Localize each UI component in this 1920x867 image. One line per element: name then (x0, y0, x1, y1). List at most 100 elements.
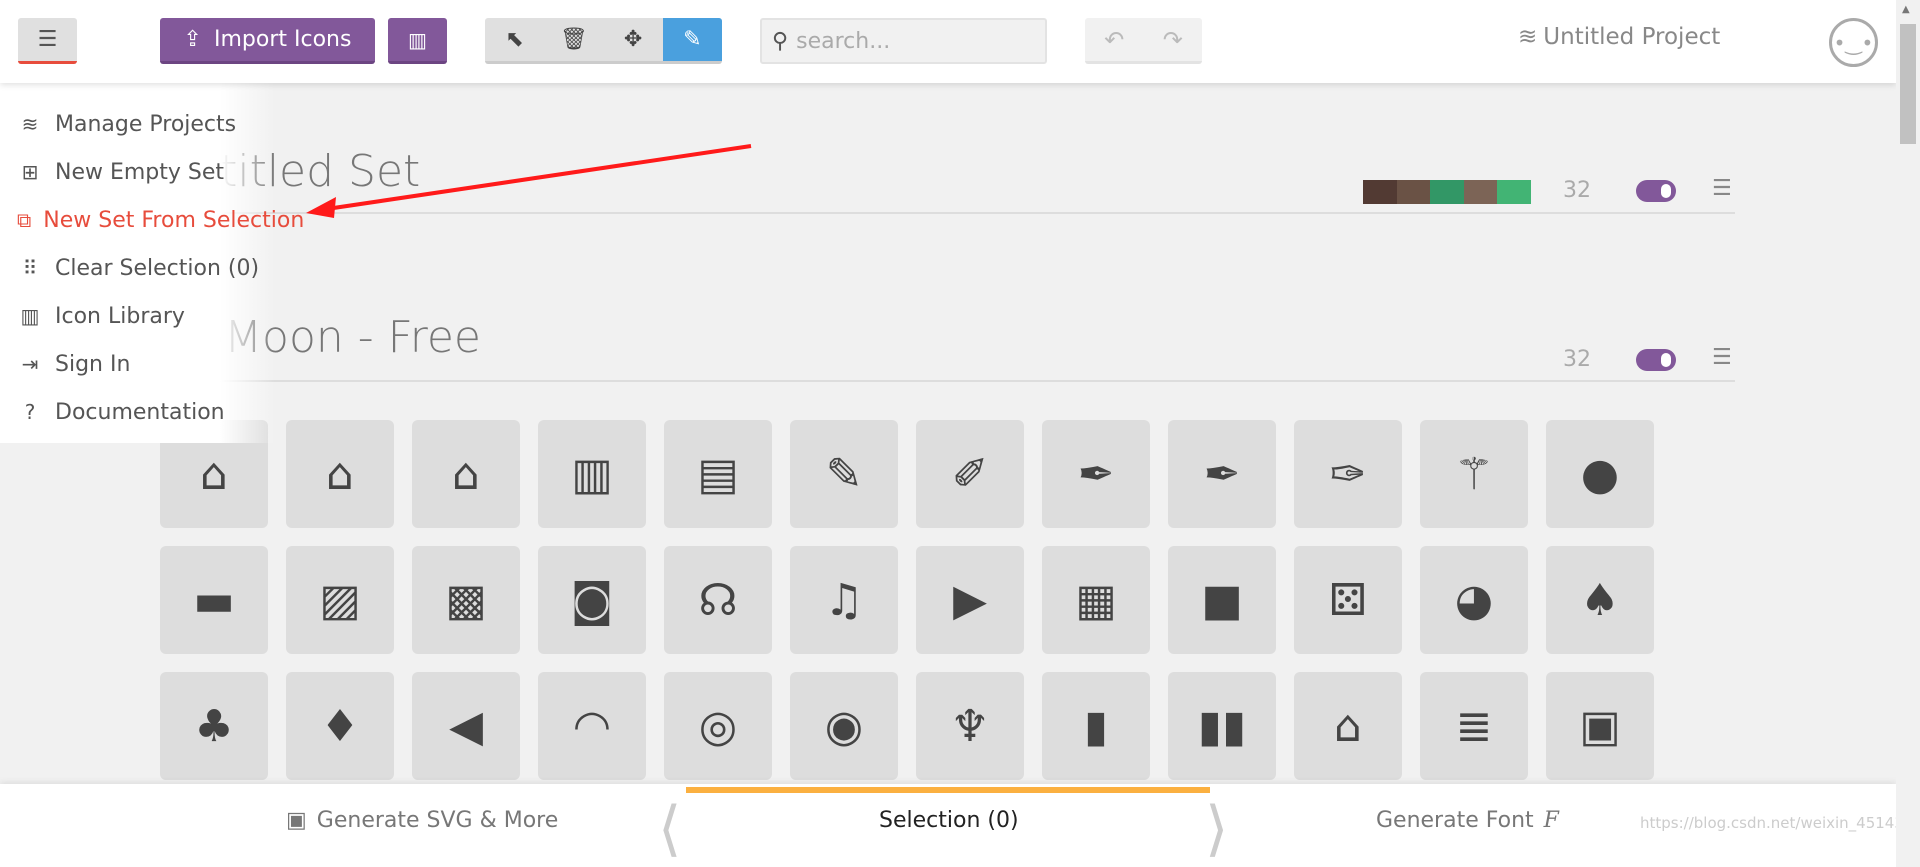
search-icon: ⚲ (772, 28, 789, 54)
icon-tile-video-camera[interactable]: ■ (1168, 546, 1276, 654)
play-icon: ▶ (953, 574, 987, 626)
icon-tile-pencil2[interactable]: ✐ (916, 420, 1024, 528)
tab-selection[interactable]: Selection (0) (879, 808, 1019, 833)
color-swatch[interactable] (1430, 180, 1464, 204)
icon-tile-home2[interactable]: ⌂ (286, 420, 394, 528)
import-icons-button[interactable]: ⇪ Import Icons (160, 18, 375, 64)
icon-tile-library[interactable]: ⌂ (1294, 672, 1402, 780)
tab-generate-svg[interactable]: ▣ Generate SVG & More (286, 808, 558, 833)
icon-tile-play[interactable]: ▶ (916, 546, 1024, 654)
icon-tile-books[interactable]: ▮▮ (1168, 672, 1276, 780)
icon-tile-clubs[interactable]: ♣ (160, 672, 268, 780)
icon-library-button[interactable]: ▥ (388, 18, 447, 64)
color-swatch[interactable] (1463, 180, 1498, 204)
icon-tile-paint-format[interactable]: ▬ (160, 546, 268, 654)
grid-icon: ⠿ (22, 256, 38, 280)
plus-square-icon: ⊞ (21, 160, 39, 184)
bottom-bar: ▣ Generate SVG & More ⟨ Selection (0) ⟩ G… (0, 784, 1920, 867)
scroll-thumb[interactable] (1900, 24, 1916, 144)
icon-tile-eyedropper[interactable]: ⚚ (1420, 420, 1528, 528)
search-input[interactable] (796, 28, 1027, 54)
icon-tile-podcast[interactable]: ◎ (664, 672, 772, 780)
set-toggle[interactable] (1636, 180, 1676, 202)
icon-tile-headphones[interactable]: ☊ (664, 546, 772, 654)
icon-tile-profile[interactable]: ▣ (1546, 672, 1654, 780)
menu-item-new-empty-set[interactable]: ⊞ New Empty Set (0, 148, 275, 196)
paint-format-icon: ▬ (193, 574, 235, 626)
menu-item-clear-selection-0[interactable]: ⠿ Clear Selection (0) (0, 244, 275, 292)
profile-icon: ▣ (1579, 700, 1621, 752)
icon-tile-dice[interactable]: ⚄ (1294, 546, 1402, 654)
move-tool-icon[interactable]: ✥ (604, 18, 663, 61)
file-text-icon: ≣ (1455, 700, 1493, 752)
quill-icon: ✒ (1077, 448, 1115, 500)
user-avatar-icon[interactable]: •‿• (1829, 18, 1878, 67)
icon-tile-newspaper[interactable]: ▤ (664, 420, 772, 528)
icon-tile-droplet[interactable]: ● (1546, 420, 1654, 528)
diamonds-icon: ♦ (320, 700, 360, 752)
import-icon: ⇪ (183, 27, 202, 52)
color-swatches[interactable] (1363, 180, 1531, 204)
chevron-left-icon: ⟨ (658, 794, 682, 864)
feed-icon: ◉ (824, 700, 864, 752)
scroll-up-icon[interactable]: ▲ (1902, 4, 1910, 15)
menu-item-new-set-from-selection[interactable]: ⧉ New Set From Selection (0, 196, 304, 244)
icon-grid: ⌂ ⌂ ⌂ ▥ ▤ ✎ ✐ ✒ ✒ ✑ ⚚ ● ▬ ▨ ▩ ◙ ☊ ♫ ▶ ▦ ■ ⚄ ◕ ♠ ♣ ♦ ◀ ◠ ◎ ◉ ♆ ▮ ▮▮ ⌂ ≣ ▣ (160, 420, 1654, 780)
set-count: 32 (1563, 178, 1591, 203)
icon-tile-music[interactable]: ♫ (790, 546, 898, 654)
icon-tile-quill[interactable]: ✒ (1042, 420, 1150, 528)
set-menu-icon[interactable]: ☰ (1712, 345, 1732, 370)
icon-tile-pencil[interactable]: ✎ (790, 420, 898, 528)
image-icon: ▣ (286, 808, 307, 833)
icon-tile-connection[interactable]: ◠ (538, 672, 646, 780)
menu-item-sign-in[interactable]: ⇥ Sign In (0, 340, 275, 388)
home-icon: ⌂ (200, 448, 228, 500)
icon-tile-pacman[interactable]: ◕ (1420, 546, 1528, 654)
main-menu-button[interactable]: ☰ (18, 18, 77, 64)
color-swatch[interactable] (1363, 180, 1397, 204)
divider (160, 212, 1735, 214)
library-icon: ⌂ (1334, 700, 1362, 752)
undo-redo-group: ↶ ↷ (1085, 18, 1202, 64)
redo-icon[interactable]: ↷ (1144, 18, 1203, 61)
icon-tile-pen[interactable]: ✒ (1168, 420, 1276, 528)
undo-icon[interactable]: ↶ (1085, 18, 1144, 61)
icon-tile-film[interactable]: ▦ (1042, 546, 1150, 654)
layers-icon: ≋ (1518, 24, 1538, 50)
edit-tool-icon[interactable]: ✎ (662, 18, 722, 61)
tab-generate-font[interactable]: Generate Font F (1376, 808, 1559, 833)
icon-tile-office[interactable]: ▥ (538, 420, 646, 528)
icon-tile-diamonds[interactable]: ♦ (286, 672, 394, 780)
icon-tile-file-text[interactable]: ≣ (1420, 672, 1528, 780)
watermark: https://blog.csdn.net/weixin_45143481 (1640, 814, 1920, 832)
camera-icon: ◙ (570, 574, 614, 626)
icon-tile-spades[interactable]: ♠ (1546, 546, 1654, 654)
icon-tile-blog[interactable]: ✑ (1294, 420, 1402, 528)
icon-tile-bullhorn[interactable]: ◀ (412, 672, 520, 780)
selection-indicator (686, 787, 1210, 793)
set-menu-icon[interactable]: ☰ (1712, 176, 1732, 201)
home2-icon: ⌂ (326, 448, 354, 500)
icon-tile-home3[interactable]: ⌂ (412, 420, 520, 528)
new-set-icon: ⧉ (17, 208, 32, 232)
project-title[interactable]: ≋ Untitled Project (1518, 24, 1720, 50)
scrollbar[interactable]: ▲ (1896, 0, 1920, 867)
icon-tile-feed[interactable]: ◉ (790, 672, 898, 780)
color-swatch[interactable] (1497, 180, 1531, 204)
main-menu: ≋ Manage Projects ⊞ New Empty Set ⧉ New Set F… (0, 83, 304, 443)
set-toggle[interactable] (1636, 349, 1676, 371)
icon-tile-book[interactable]: ▮ (1042, 672, 1150, 780)
question-icon: ? (24, 400, 36, 424)
newspaper-icon: ▤ (697, 448, 739, 500)
color-swatch[interactable] (1396, 180, 1431, 204)
menu-item-documentation[interactable]: ? Documentation (0, 388, 275, 436)
icon-tile-camera[interactable]: ◙ (538, 546, 646, 654)
icon-tile-images[interactable]: ▩ (412, 546, 520, 654)
icon-tile-mic[interactable]: ♆ (916, 672, 1024, 780)
pen-icon: ✒ (1203, 448, 1241, 500)
menu-item-icon-library[interactable]: ▥ Icon Library (0, 292, 275, 340)
menu-item-manage-projects[interactable]: ≋ Manage Projects (0, 100, 275, 148)
delete-tool-icon[interactable]: 🗑 (544, 18, 603, 61)
icon-tile-image[interactable]: ▨ (286, 546, 394, 654)
select-tool-icon[interactable]: ⬉ (485, 18, 544, 61)
